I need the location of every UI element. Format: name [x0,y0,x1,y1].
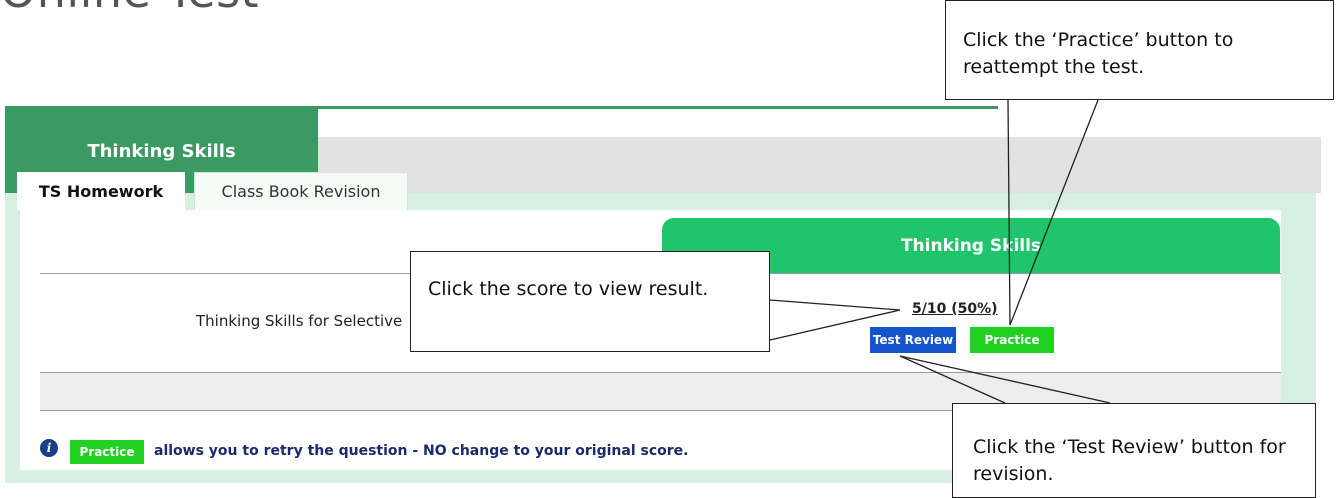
tab-bar-accent-line [318,106,998,109]
score-link[interactable]: 5/10 (50%) [912,301,998,317]
callout-practice: Click the ‘Practice’ button to reattempt… [945,0,1334,100]
callout-score: Click the score to view result. [410,251,770,352]
practice-note: allows you to retry the question - NO ch… [154,443,689,459]
info-icon: i [40,439,58,457]
test-review-button[interactable]: Test Review [870,327,956,353]
test-name: Thinking Skills for Selective [196,312,403,330]
practice-button[interactable]: Practice [970,327,1054,353]
tab-ts-homework[interactable]: TS Homework [17,172,185,210]
callout-test-review: Click the ‘Test Review’ button for revis… [952,403,1316,498]
row-divider [40,372,1281,373]
tab-class-book-revision[interactable]: Class Book Revision [194,172,408,210]
practice-legend-badge: Practice [70,440,144,464]
page-title: Online Test [0,0,259,18]
tab-thinking-skills-label: Thinking Skills [87,140,236,162]
